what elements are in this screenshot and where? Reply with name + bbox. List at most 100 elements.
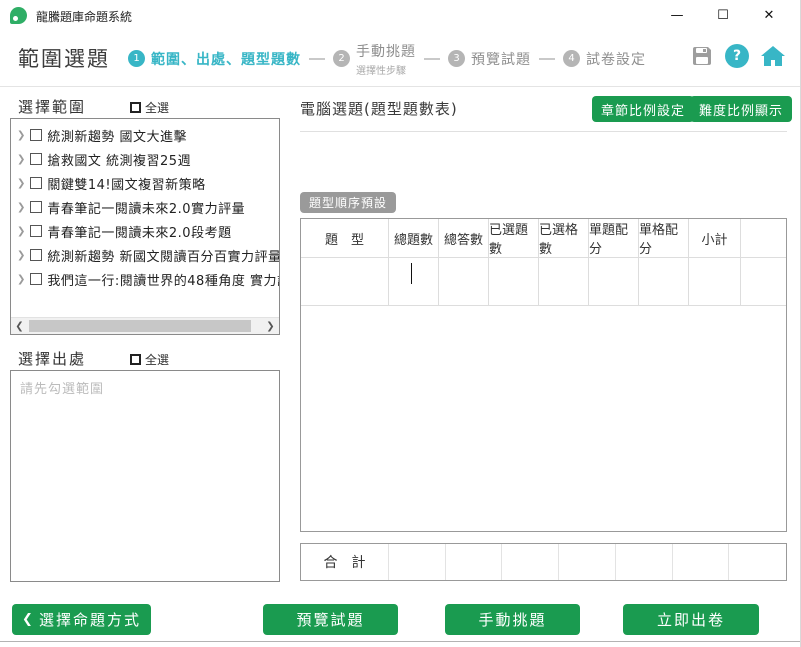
item-checkbox[interactable] [30,273,42,285]
cell-points-per-question[interactable] [589,256,639,306]
scroll-right-icon[interactable]: ❯ [262,318,279,334]
titlebar: 龍騰題庫命題系統 — ☐ ✕ [0,0,800,30]
close-button[interactable]: ✕ [746,0,792,30]
question-order-default-tag[interactable]: 題型順序預設 [300,192,396,213]
text-caret [411,263,412,284]
total-cell [616,544,673,580]
expand-chevron-icon[interactable]: ❯ [17,250,25,261]
cell-question-type[interactable] [301,256,389,306]
page-title: 範圍選題 [18,43,110,73]
item-checkbox[interactable] [30,177,42,189]
table-header-row: 題 型 總題數 總答數 已選題數 已選格數 單題配分 單格配分 小計 [301,219,786,256]
wizard-steps: 1 範圍、出處、題型題數 2 手動挑題 選擇性步驟 3 預覽試題 4 試卷設定 [128,30,646,87]
cell-selected-questions[interactable] [489,256,539,306]
scroll-left-icon[interactable]: ❮ [11,318,28,334]
step-1-number: 1 [128,50,145,67]
step-connector [424,58,440,60]
table-row[interactable] [301,256,786,306]
item-checkbox[interactable] [30,129,42,141]
total-cell [729,544,786,580]
home-icon[interactable] [760,44,786,68]
step-2-subtitle: 選擇性步驟 [356,62,416,77]
divider [300,131,787,132]
save-icon[interactable] [690,44,714,68]
step-4-number: 4 [563,50,580,67]
col-total-questions: 總題數 [389,219,439,258]
generate-paper-button[interactable]: 立即出卷 [623,604,759,635]
col-selected-questions: 已選題數 [489,219,539,258]
back-chevron-icon: ❮ [22,612,33,627]
wizard-header: 範圍選題 1 範圍、出處、題型題數 2 手動挑題 選擇性步驟 3 預覽試題 4 [0,30,800,87]
back-to-method-button[interactable]: ❮ 選擇命題方式 [12,604,151,635]
range-section-title: 選擇範圍 [18,96,86,117]
scrollbar-thumb[interactable] [29,320,251,332]
expand-chevron-icon[interactable]: ❯ [17,274,25,285]
total-cell [446,544,503,580]
cell-subtotal[interactable] [689,256,741,306]
window-bottom-edge [0,641,800,642]
source-select-all-checkbox[interactable] [130,354,141,365]
range-tree-item[interactable]: ❯搶救國文 統測複習25週 [11,147,279,171]
chapter-ratio-button[interactable]: 章節比例設定 [592,96,694,122]
preview-questions-button[interactable]: 預覽試題 [263,604,398,635]
col-points-per-question: 單題配分 [589,219,639,258]
range-tree-item[interactable]: ❯統測新趨勢 新國文閱讀百分百實力評量 [11,243,279,267]
col-extra [741,219,786,258]
app-window: 龍騰題庫命題系統 — ☐ ✕ 範圍選題 1 範圍、出處、題型題數 2 手動挑題 … [0,0,801,647]
horizontal-scrollbar[interactable]: ❮ ❯ [11,317,279,334]
expand-chevron-icon[interactable]: ❯ [17,154,25,165]
app-title: 龍騰題庫命題系統 [36,8,132,25]
manual-pick-button[interactable]: 手動挑題 [445,604,580,635]
step-connector [539,58,555,60]
range-tree-item[interactable]: ❯我們這一行:閱讀世界的48種角度 實力評 [11,267,279,291]
step-2-number: 2 [333,50,350,67]
col-selected-blanks: 已選格數 [539,219,589,258]
range-tree-item[interactable]: ❯青春筆記一閱讀未來2.0段考題 [11,219,279,243]
cell-total-answers[interactable] [439,256,489,306]
minimize-button[interactable]: — [654,0,700,30]
difficulty-ratio-button[interactable]: 難度比例顯示 [690,96,792,122]
expand-chevron-icon[interactable]: ❯ [17,202,25,213]
total-cell [673,544,730,580]
step-4-paper-settings[interactable]: 4 試卷設定 [563,49,646,69]
computer-selection-title: 電腦選題(題型題數表) [300,98,458,119]
cell-points-per-blank[interactable] [639,256,689,306]
source-select-all[interactable]: 全選 [130,351,169,368]
range-tree-item[interactable]: ❯關鍵雙14!國文複習新策略 [11,171,279,195]
cell-total-questions[interactable] [389,256,439,306]
range-select-all[interactable]: 全選 [130,99,169,116]
range-tree: ❯統測新趨勢 國文大進擊 ❯搶救國文 統測複習25週 ❯關鍵雙14!國文複習新策… [10,118,280,335]
source-section-title: 選擇出處 [18,348,86,369]
maximize-button[interactable]: ☐ [700,0,746,30]
total-cell [389,544,446,580]
cell-extra[interactable] [741,256,786,306]
item-checkbox[interactable] [30,201,42,213]
question-type-table: 題 型 總題數 總答數 已選題數 已選格數 單題配分 單格配分 小計 [300,218,787,532]
step-3-preview[interactable]: 3 預覽試題 [448,49,531,69]
item-checkbox[interactable] [30,225,42,237]
step-2-manual-pick[interactable]: 2 手動挑題 選擇性步驟 [333,41,416,77]
app-logo-icon [10,7,27,24]
totals-row: 合 計 [300,543,787,581]
step-1-range[interactable]: 1 範圍、出處、題型題數 [128,49,301,69]
item-checkbox[interactable] [30,153,42,165]
total-cell [502,544,559,580]
total-cell [559,544,616,580]
range-tree-item[interactable]: ❯青春筆記一閱讀未來2.0實力評量 [11,195,279,219]
expand-chevron-icon[interactable]: ❯ [17,226,25,237]
expand-chevron-icon[interactable]: ❯ [17,130,25,141]
step-connector [309,58,325,60]
expand-chevron-icon[interactable]: ❯ [17,178,25,189]
source-placeholder: 請先勾選範圍 [20,378,104,397]
col-points-per-blank: 單格配分 [639,219,689,258]
step-3-number: 3 [448,50,465,67]
col-subtotal: 小計 [689,219,741,258]
range-select-all-checkbox[interactable] [130,102,141,113]
help-icon[interactable]: ? [725,44,749,68]
cell-selected-blanks[interactable] [539,256,589,306]
range-tree-item[interactable]: ❯統測新趨勢 國文大進擊 [11,123,279,147]
col-question-type: 題 型 [301,219,389,258]
source-list[interactable]: 請先勾選範圍 [10,370,280,582]
item-checkbox[interactable] [30,249,42,261]
totals-label: 合 計 [301,544,389,580]
